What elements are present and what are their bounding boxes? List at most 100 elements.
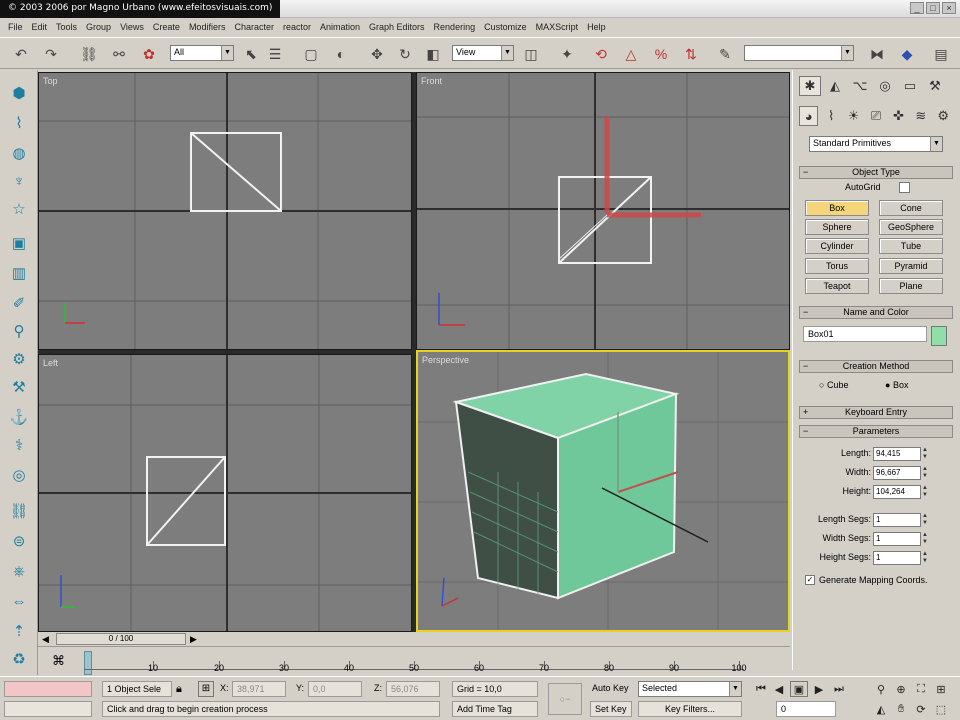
- lights-icon[interactable]: ☀: [844, 106, 863, 126]
- zoom-extents-icon[interactable]: ⛶: [912, 681, 930, 697]
- viewport-label-left[interactable]: Left: [43, 358, 58, 368]
- time-cursor[interactable]: [84, 651, 92, 675]
- tube-button[interactable]: Tube: [879, 238, 943, 254]
- time-slider[interactable]: 0 / 100: [56, 633, 186, 645]
- reference-coord-dropdown[interactable]: View ▼: [452, 45, 514, 61]
- slider-prev-icon[interactable]: ◀: [42, 634, 49, 645]
- link-icon[interactable]: ⛓: [8, 500, 30, 522]
- viewport-perspective[interactable]: Perspective: [416, 350, 790, 632]
- current-frame-input[interactable]: 0: [776, 701, 836, 717]
- tool-icon[interactable]: ⚒: [8, 376, 30, 398]
- object-name-input[interactable]: Box01: [803, 326, 927, 342]
- menu-tools[interactable]: Tools: [56, 22, 77, 32]
- selection-filter-dropdown[interactable]: All ▼: [170, 45, 234, 61]
- teapot-button[interactable]: Teapot: [805, 278, 869, 294]
- key-selection-dropdown[interactable]: Selected ▼: [638, 681, 742, 697]
- menu-graph-editors[interactable]: Graph Editors: [369, 22, 425, 32]
- spinner-arrows-icon[interactable]: ▲ ▼: [922, 551, 932, 565]
- goto-start-icon[interactable]: ⏮: [752, 681, 770, 697]
- category-dropdown[interactable]: Standard Primitives ▼: [809, 136, 943, 152]
- viewport-left[interactable]: Left: [38, 354, 412, 632]
- loop-icon[interactable]: ♻: [8, 648, 30, 670]
- fov-icon[interactable]: ◭: [872, 701, 890, 717]
- shapes-icon[interactable]: ⌇: [821, 106, 840, 126]
- object-type-rollout[interactable]: − Object Type: [799, 166, 953, 179]
- cube-radio[interactable]: ○ Cube: [819, 380, 848, 390]
- spinner-arrows-icon[interactable]: ▲ ▼: [922, 466, 932, 480]
- play-icon[interactable]: ▣: [790, 681, 808, 697]
- create-tab-icon[interactable]: ✱: [799, 76, 821, 96]
- scale-icon[interactable]: ◧: [422, 43, 444, 65]
- name-color-rollout[interactable]: − Name and Color: [799, 306, 953, 319]
- x-coord-input[interactable]: 38,971: [232, 681, 286, 697]
- hierarchy-tab-icon[interactable]: ⌥: [849, 76, 871, 96]
- sphere-icon[interactable]: ◍: [8, 142, 30, 164]
- object-icon[interactable]: ⬢: [8, 82, 30, 104]
- pen-icon[interactable]: ✐: [8, 292, 30, 314]
- cameras-icon[interactable]: ⎚: [866, 106, 885, 126]
- angle-snap-icon[interactable]: △: [620, 43, 642, 65]
- box-icon[interactable]: ▥: [8, 262, 30, 284]
- helpers-icon[interactable]: ✜: [889, 106, 908, 126]
- window-crossing-icon[interactable]: ◐: [330, 43, 352, 65]
- key-mode-icon[interactable]: ○−: [548, 683, 582, 715]
- snap-toggle-icon[interactable]: ⟲: [590, 43, 612, 65]
- setkey-button[interactable]: Set Key: [590, 701, 632, 717]
- window-icon[interactable]: ▣: [8, 232, 30, 254]
- arc-rotate-icon[interactable]: ⟳: [912, 701, 930, 717]
- geometry-icon[interactable]: ◕: [799, 106, 819, 126]
- menu-create[interactable]: Create: [153, 22, 180, 32]
- geosphere-button[interactable]: GeoSphere: [879, 219, 943, 235]
- close-button[interactable]: ×: [942, 2, 956, 14]
- select-link-icon[interactable]: ⛓: [78, 43, 100, 65]
- height-input[interactable]: 104,264 ▲ ▼: [873, 485, 928, 499]
- menu-help[interactable]: Help: [587, 22, 606, 32]
- torus-button[interactable]: Torus: [805, 258, 869, 274]
- cone-button[interactable]: Cone: [879, 200, 943, 216]
- absolute-mode-icon[interactable]: ⊞: [198, 681, 214, 697]
- maxscript-listener-input[interactable]: [4, 681, 92, 697]
- edit-named-sel-icon[interactable]: ✎: [714, 43, 736, 65]
- shape-icon[interactable]: ⌇: [8, 112, 30, 134]
- pyramid-button[interactable]: Pyramid: [879, 258, 943, 274]
- zoom-all-icon[interactable]: ⊕: [892, 681, 910, 697]
- pan-icon[interactable]: ✋︎: [892, 701, 910, 717]
- star-icon[interactable]: ☆: [8, 198, 30, 220]
- z-coord-input[interactable]: 56,076: [386, 681, 440, 697]
- y-coord-input[interactable]: 0,0: [308, 681, 362, 697]
- key-filters-button[interactable]: Key Filters...: [638, 701, 742, 717]
- select-by-name-icon[interactable]: ☰: [264, 43, 286, 65]
- plane-button[interactable]: Plane: [879, 278, 943, 294]
- menu-views[interactable]: Views: [120, 22, 144, 32]
- undo-icon[interactable]: ↶: [10, 43, 32, 65]
- width-input[interactable]: 96,667 ▲ ▼: [873, 466, 928, 480]
- spinner-arrows-icon[interactable]: ▲ ▼: [922, 513, 932, 527]
- height-segs-input[interactable]: 1 ▲ ▼: [873, 551, 928, 565]
- viewport-label-perspective[interactable]: Perspective: [422, 355, 469, 365]
- select-manipulate-icon[interactable]: ✦: [556, 43, 578, 65]
- prev-frame-icon[interactable]: ◀: [770, 681, 788, 697]
- viewport-top[interactable]: Top: [38, 72, 412, 350]
- minimize-button[interactable]: _: [910, 2, 924, 14]
- spinner-snap-icon[interactable]: ⇅: [680, 43, 702, 65]
- viewport-front[interactable]: Front: [416, 72, 790, 350]
- keyboard-entry-rollout[interactable]: + Keyboard Entry: [799, 406, 953, 419]
- utilities-tab-icon[interactable]: ⚒: [924, 76, 946, 96]
- unlink-icon[interactable]: ⚯: [108, 43, 130, 65]
- menu-edit[interactable]: Edit: [32, 22, 48, 32]
- spinner-arrows-icon[interactable]: ▲ ▼: [922, 447, 932, 461]
- bone-icon[interactable]: ⚕: [8, 434, 30, 456]
- menu-reactor[interactable]: reactor: [283, 22, 311, 32]
- motion-tab-icon[interactable]: ◎: [874, 76, 896, 96]
- light-icon[interactable]: ♆: [8, 170, 30, 192]
- move-small-icon[interactable]: ⇔: [8, 590, 30, 612]
- viewport-label-top[interactable]: Top: [43, 76, 58, 86]
- menu-group[interactable]: Group: [86, 22, 111, 32]
- spinner-arrows-icon[interactable]: ▲ ▼: [922, 532, 932, 546]
- box-button[interactable]: Box: [805, 200, 869, 216]
- systems-icon[interactable]: ⚙: [934, 106, 953, 126]
- sphere-button[interactable]: Sphere: [805, 219, 869, 235]
- percent-snap-icon[interactable]: %: [650, 43, 672, 65]
- rotate-icon[interactable]: ↻: [394, 43, 416, 65]
- lock-icon[interactable]: 🔒︎: [176, 683, 182, 696]
